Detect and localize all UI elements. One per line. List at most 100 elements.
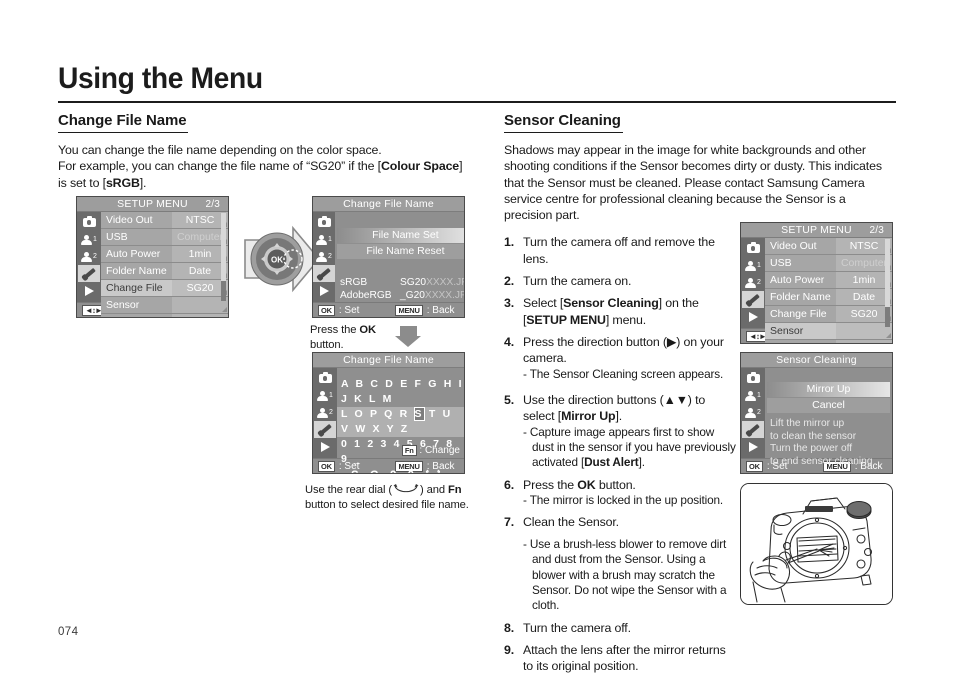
user2-icon[interactable]: 2 xyxy=(742,404,764,421)
setup-wrench-icon[interactable] xyxy=(78,265,100,282)
setup-wrench-icon[interactable] xyxy=(314,421,336,438)
user1-icon[interactable]: 1 xyxy=(314,387,336,404)
step-subtext: - Use a brush-less blower to remove dirt… xyxy=(523,536,727,613)
playback-icon[interactable] xyxy=(78,282,100,299)
list-item: 5. Use the direction buttons (▲▼) to sel… xyxy=(504,392,736,471)
user1-icon[interactable]: 1 xyxy=(742,257,764,274)
setup-wrench-icon[interactable] xyxy=(313,265,335,282)
option-cancel[interactable]: Cancel xyxy=(767,398,890,413)
table-row[interactable]: Change File Name SG20 xyxy=(765,306,892,336)
menu-row-value xyxy=(172,314,228,317)
table-row-selected[interactable]: Change File Name SG20 xyxy=(101,280,228,310)
menu-row-value: 1min xyxy=(172,246,228,262)
camera-icon[interactable] xyxy=(314,370,336,387)
ok-key-icon: OK xyxy=(318,304,335,316)
list-item: 2. Turn the camera on. xyxy=(504,273,736,289)
left-intro-paragraph: You can change the file name depending o… xyxy=(58,142,478,191)
step-text-pre: Press the xyxy=(523,477,578,492)
sensor-cleaning-screen[interactable]: Sensor Cleaning 1 2 Mirror Up Cancel Lif… xyxy=(740,352,893,474)
section-heading-change-file-name: Change File Name xyxy=(58,112,189,133)
option-mirror-up[interactable]: Mirror Up xyxy=(767,382,890,397)
setup-menu-page-indicator-left: 2/3 xyxy=(205,199,220,210)
scrollbar[interactable] xyxy=(885,239,890,327)
option-file-name-reset[interactable]: File Name Reset xyxy=(337,244,464,259)
step-text: Turn the camera off and remove the lens. xyxy=(523,235,715,266)
user1-icon[interactable]: 1 xyxy=(313,231,335,248)
playback-icon[interactable] xyxy=(742,438,764,455)
playback-icon[interactable] xyxy=(314,438,336,455)
setup-menu-screen-right[interactable]: SETUP MENU 2/3 1 2 Video Out NTSC USB Co… xyxy=(740,222,893,344)
user2-icon[interactable]: 2 xyxy=(78,248,100,265)
table-row[interactable]: Video Out NTSC xyxy=(765,238,892,255)
menu-row-label: Video Out xyxy=(101,212,172,228)
table-row[interactable]: Sensor Cleaning xyxy=(101,297,228,317)
change-file-name-screen-1[interactable]: Change File Name 1 2 File Name Set File … xyxy=(312,196,465,318)
list-item: 4. Press the direction button (▶) on you… xyxy=(504,334,736,382)
setup-wrench-icon[interactable] xyxy=(742,291,764,308)
menu-row-label: Folder Name xyxy=(765,289,836,305)
menu-row-label: Dust Removal xyxy=(101,314,172,317)
camera-icon[interactable] xyxy=(78,214,100,231)
playback-icon[interactable] xyxy=(742,308,764,325)
setup-wrench-icon[interactable] xyxy=(742,421,764,438)
list-item: 8. Turn the camera off. xyxy=(504,620,736,636)
table-row[interactable]: Dust Removal xyxy=(765,340,892,343)
option-file-name-set[interactable]: File Name Set xyxy=(337,228,464,243)
sensor-cleaning-panel: Mirror Up Cancel Lift the mirror up to c… xyxy=(765,368,892,467)
icon-column: 1 2 xyxy=(313,368,337,458)
setup-menu-title-right: SETUP MENU xyxy=(781,224,852,236)
setup-menu-title-left: SETUP MENU xyxy=(117,198,188,210)
user1-icon[interactable]: 1 xyxy=(78,231,100,248)
step-text: Attach the lens after the mirror returns… xyxy=(523,643,726,674)
title-divider xyxy=(58,101,896,103)
camera-icon[interactable] xyxy=(742,370,764,387)
camera-icon[interactable] xyxy=(313,214,335,231)
step-number: 1. xyxy=(504,235,515,250)
menu-row-value: Date xyxy=(172,263,228,279)
user1-icon[interactable]: 1 xyxy=(742,387,764,404)
table-row[interactable]: Auto Power Off 1min xyxy=(765,272,892,302)
table-row[interactable]: Folder Name Date xyxy=(101,263,228,280)
dial-caption-2: ) and xyxy=(420,484,449,496)
adobergb-suffix: XXXX.JPG xyxy=(424,290,464,301)
adobergb-value: _G20 xyxy=(400,290,425,301)
playback-icon[interactable] xyxy=(313,282,335,299)
footer-set-label: : Set xyxy=(338,304,360,316)
user2-icon[interactable]: 2 xyxy=(314,404,336,421)
left-para-line2c: ] xyxy=(459,159,463,174)
alphabet-row-2[interactable]: L O P Q R S T U V W X Y Z xyxy=(337,407,464,437)
fn-change-label: : Change xyxy=(419,445,460,456)
character-picker-panel: A B C D E F G H I J K L M L O P Q R S T … xyxy=(337,368,464,473)
left-para-line3c: ]. xyxy=(139,175,147,190)
user2-icon[interactable]: 2 xyxy=(313,248,335,265)
scrollbar[interactable] xyxy=(221,213,226,301)
press-ok-text-2: button. xyxy=(310,338,344,351)
dial-caption-3: button to select desired file name. xyxy=(305,498,469,511)
table-row[interactable]: USB Computer xyxy=(765,255,892,272)
user2-icon[interactable]: 2 xyxy=(742,274,764,291)
table-row[interactable]: Auto Power Off 1min xyxy=(101,246,228,276)
camera-icon[interactable] xyxy=(742,240,764,257)
srgb-example-row: sRGB SG20 XXXX.JPG xyxy=(335,276,464,289)
menu-row-label: USB xyxy=(765,255,836,271)
change-file-name-screen-2[interactable]: Change File Name 1 2 A B C D E F G H I J… xyxy=(312,352,465,474)
page-number: 074 xyxy=(58,626,79,638)
menu-row-label: Folder Name xyxy=(101,263,172,279)
filename-rest: G 2 0 xyxy=(363,470,418,473)
step-bold-mirror-up: Mirror Up xyxy=(561,409,616,424)
setup-menu-screen-left[interactable]: SETUP MENU 2/3 1 2 Video Out NTSC USB Co… xyxy=(76,196,229,318)
table-row[interactable]: Dust Removal xyxy=(101,314,228,317)
menu-row-value: NTSC xyxy=(172,212,228,228)
menu-row-value xyxy=(172,297,228,313)
alphabet-row-1[interactable]: A B C D E F G H I J K L M xyxy=(337,377,464,407)
srgb-label: sRGB xyxy=(340,277,368,288)
footer-back-label: : Back xyxy=(426,304,455,316)
table-row[interactable]: Video Out NTSC xyxy=(101,212,228,229)
table-row-selected[interactable]: Sensor Cleaning xyxy=(765,323,892,343)
table-row[interactable]: USB Computer xyxy=(101,229,228,246)
step-subtext: - The mirror is locked in the up positio… xyxy=(523,493,724,508)
table-row[interactable]: Folder Name Date xyxy=(765,289,892,306)
step-number: 3. xyxy=(504,296,515,311)
sensor-cleaning-info-2: to clean the sensor xyxy=(770,430,857,442)
step-bold-sensor-cleaning: Sensor Cleaning xyxy=(563,296,659,311)
